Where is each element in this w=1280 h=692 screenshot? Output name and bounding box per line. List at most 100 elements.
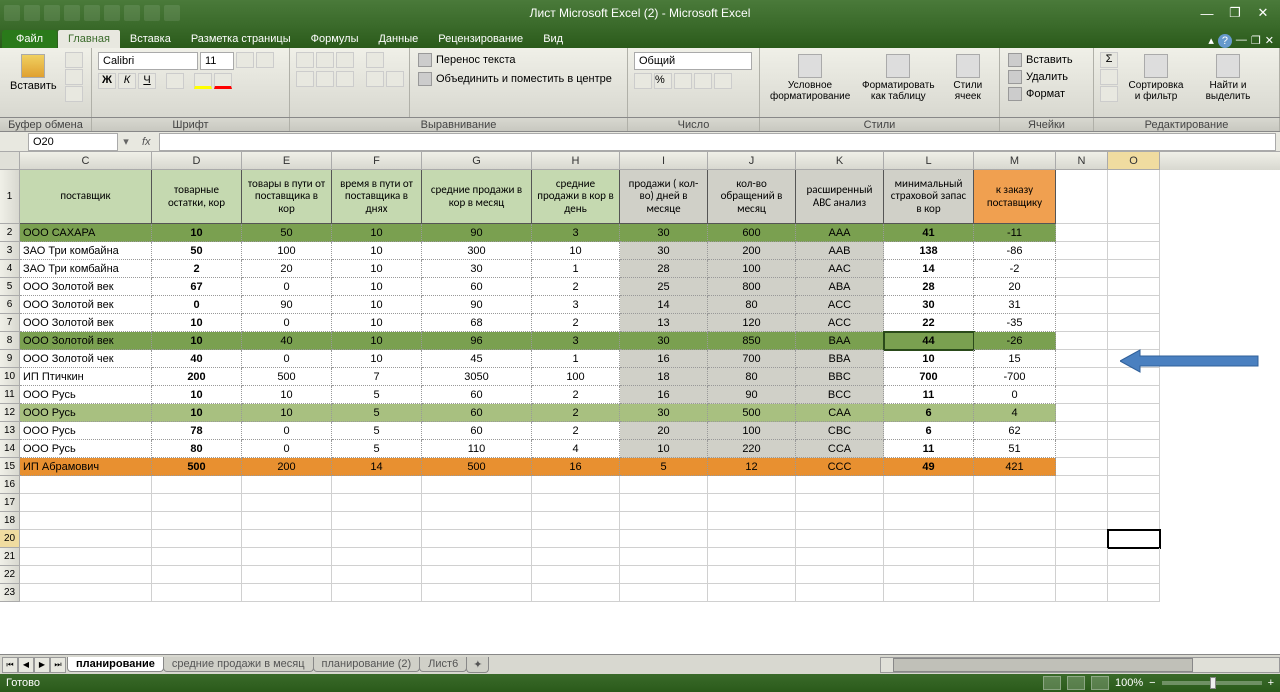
cell[interactable]: 100 [708, 422, 796, 440]
cell[interactable]: 90 [422, 224, 532, 242]
cell[interactable]: 10 [884, 350, 974, 368]
cell[interactable]: 3 [532, 296, 620, 314]
cell[interactable] [1056, 296, 1108, 314]
cell[interactable] [796, 566, 884, 584]
sheet-tab[interactable]: средние продажи в месяц [163, 657, 314, 672]
cell[interactable] [884, 548, 974, 566]
align-right-icon[interactable] [336, 71, 354, 87]
cell[interactable] [1108, 260, 1160, 278]
cell[interactable] [20, 584, 152, 602]
cell[interactable] [796, 548, 884, 566]
cell[interactable]: 110 [422, 440, 532, 458]
row-header[interactable]: 22 [0, 566, 20, 584]
cell[interactable]: 30 [620, 404, 708, 422]
cell[interactable]: 10 [332, 224, 422, 242]
formula-input[interactable] [159, 133, 1276, 151]
cell[interactable] [620, 494, 708, 512]
cell[interactable]: 11 [884, 386, 974, 404]
cell[interactable]: 41 [884, 224, 974, 242]
column-header[interactable]: L [884, 152, 974, 170]
cell[interactable] [884, 512, 974, 530]
row-header[interactable]: 8 [0, 332, 20, 350]
cell[interactable]: 2 [532, 278, 620, 296]
tab-data[interactable]: Данные [368, 30, 428, 48]
cell[interactable] [1108, 296, 1160, 314]
font-grow-icon[interactable] [236, 52, 254, 68]
cell[interactable]: 10 [332, 350, 422, 368]
cell[interactable]: 12 [708, 458, 796, 476]
cell[interactable]: 300 [422, 242, 532, 260]
border-icon[interactable] [166, 73, 184, 89]
cell[interactable] [152, 530, 242, 548]
cell[interactable] [1056, 224, 1108, 242]
cell[interactable] [1108, 422, 1160, 440]
tab-view[interactable]: Вид [533, 30, 573, 48]
cell[interactable] [1108, 458, 1160, 476]
row-header[interactable]: 3 [0, 242, 20, 260]
row-header[interactable]: 11 [0, 386, 20, 404]
fill-color-icon[interactable] [194, 73, 212, 89]
cell[interactable] [1056, 548, 1108, 566]
cell[interactable] [620, 512, 708, 530]
cell[interactable]: 10 [152, 404, 242, 422]
qat-icon[interactable] [84, 5, 100, 21]
cell[interactable]: -26 [974, 332, 1056, 350]
cell[interactable]: 30 [422, 260, 532, 278]
cell[interactable]: 500 [242, 368, 332, 386]
row-header[interactable]: 13 [0, 422, 20, 440]
cell[interactable]: 16 [532, 458, 620, 476]
cell[interactable] [422, 476, 532, 494]
cell[interactable]: 10 [242, 404, 332, 422]
cell[interactable]: 50 [152, 242, 242, 260]
cell[interactable] [152, 548, 242, 566]
row-header[interactable]: 10 [0, 368, 20, 386]
align-cen-icon[interactable] [316, 71, 334, 87]
cell[interactable] [422, 548, 532, 566]
cell[interactable] [532, 584, 620, 602]
cell[interactable] [1108, 368, 1160, 386]
cell[interactable]: ООО Золотой век [20, 278, 152, 296]
cell[interactable] [332, 530, 422, 548]
cell[interactable] [422, 494, 532, 512]
row-header[interactable]: 9 [0, 350, 20, 368]
clear-icon[interactable] [1100, 86, 1118, 102]
cell[interactable] [422, 566, 532, 584]
cell[interactable]: AAB [796, 242, 884, 260]
file-tab[interactable]: Файл [2, 30, 57, 48]
cell[interactable]: 600 [708, 224, 796, 242]
wrap-text-button[interactable]: Перенос текста [416, 52, 518, 68]
cell[interactable]: 50 [242, 224, 332, 242]
cell[interactable]: BCC [796, 386, 884, 404]
cell[interactable]: ЗАО Три комбайна [20, 242, 152, 260]
cell[interactable] [796, 584, 884, 602]
cell[interactable] [1108, 170, 1160, 224]
column-header[interactable]: N [1056, 152, 1108, 170]
cell[interactable]: 10 [532, 242, 620, 260]
cell[interactable]: 800 [708, 278, 796, 296]
cell[interactable]: 10 [332, 242, 422, 260]
cell[interactable]: -35 [974, 314, 1056, 332]
cell[interactable] [1056, 494, 1108, 512]
cell[interactable] [708, 476, 796, 494]
cell[interactable]: 5 [332, 404, 422, 422]
cell[interactable] [242, 512, 332, 530]
cell[interactable] [532, 548, 620, 566]
cell-styles-button[interactable]: Стили ячеек [943, 52, 993, 104]
column-header[interactable]: H [532, 152, 620, 170]
cell[interactable]: 700 [708, 350, 796, 368]
cell[interactable] [242, 530, 332, 548]
cell[interactable]: ООО Золотой чек [20, 350, 152, 368]
cell[interactable]: 138 [884, 242, 974, 260]
qat-icon[interactable] [104, 5, 120, 21]
column-header[interactable]: E [242, 152, 332, 170]
cell[interactable]: 31 [974, 296, 1056, 314]
cell[interactable]: 80 [152, 440, 242, 458]
cell[interactable]: 0 [242, 350, 332, 368]
cell[interactable]: 10 [332, 332, 422, 350]
cell[interactable]: 850 [708, 332, 796, 350]
sort-filter-button[interactable]: Сортировка и фильтр [1122, 52, 1190, 104]
cell[interactable] [1108, 566, 1160, 584]
copy-icon[interactable] [65, 69, 83, 85]
cell[interactable]: 80 [708, 296, 796, 314]
cell[interactable]: 6 [884, 404, 974, 422]
